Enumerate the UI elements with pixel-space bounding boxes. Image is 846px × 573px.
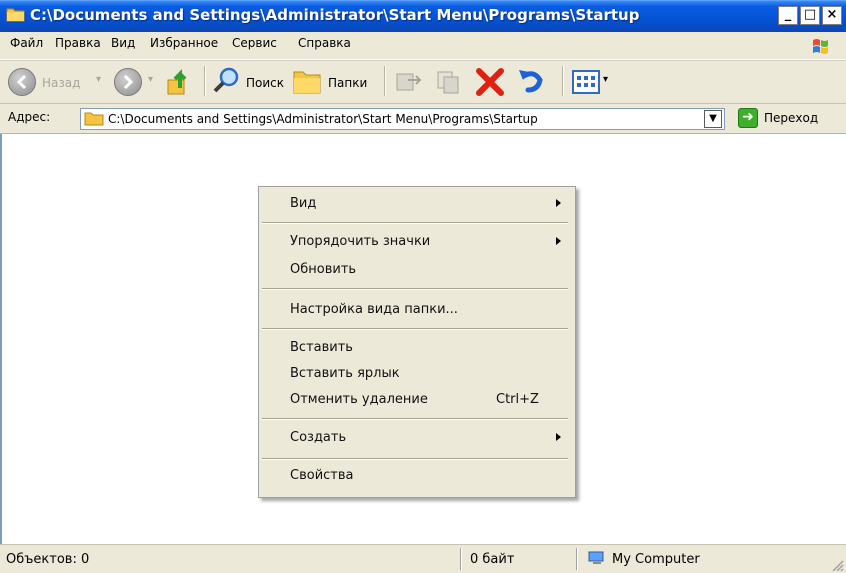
status-divider (460, 548, 462, 570)
address-label: Адрес: (8, 110, 51, 124)
go-arrow-icon[interactable]: ➜ (738, 108, 758, 128)
back-arrow-icon (16, 74, 27, 90)
undo-shortcut: Ctrl+Z (496, 392, 539, 407)
forward-arrow-icon (123, 74, 134, 90)
menu-view[interactable]: Вид (111, 36, 135, 50)
menu-favorites[interactable]: Избранное (150, 36, 218, 50)
forward-button[interactable] (114, 68, 142, 96)
windows-logo-icon (806, 35, 836, 59)
status-object-count: Объектов: 0 (6, 552, 90, 567)
submenu-arrow-icon (556, 237, 561, 245)
toolbar-separator (204, 66, 206, 96)
menu-separator (262, 418, 568, 420)
context-item-view[interactable]: Вид (290, 196, 316, 211)
undo-icon[interactable] (516, 66, 548, 98)
toolbar-separator (562, 66, 564, 96)
resize-grip-icon[interactable] (830, 558, 844, 572)
menu-tools[interactable]: Сервис (232, 36, 277, 50)
menu-separator (262, 222, 568, 224)
folders-button[interactable]: Папки (328, 76, 367, 90)
move-to-icon[interactable] (394, 68, 424, 96)
address-value[interactable]: C:\Documents and Settings\Administrator\… (108, 112, 538, 126)
copy-to-icon[interactable] (434, 68, 464, 96)
status-size: 0 байт (470, 552, 515, 567)
forward-dropdown-icon[interactable]: ▾ (148, 74, 153, 85)
menu-separator (262, 458, 568, 460)
context-item-customize-folder[interactable]: Настройка вида папки... (290, 302, 458, 317)
context-item-paste[interactable]: Вставить (290, 340, 353, 355)
context-item-paste-shortcut[interactable]: Вставить ярлык (290, 366, 400, 381)
menu-separator (262, 328, 568, 330)
menu-separator (262, 288, 568, 290)
status-divider (576, 548, 578, 570)
computer-icon (588, 551, 604, 564)
status-zone: My Computer (612, 552, 700, 567)
submenu-arrow-icon (556, 199, 561, 207)
views-grid-icon (577, 76, 595, 87)
up-folder-button[interactable] (164, 66, 194, 98)
folders-icon[interactable] (292, 66, 324, 96)
context-item-refresh[interactable]: Обновить (290, 262, 356, 277)
context-item-undo-delete[interactable]: Отменить удаление (290, 392, 428, 407)
window-title: C:\Documents and Settings\Administrator\… (30, 6, 640, 24)
menu-help[interactable]: Справка (298, 36, 351, 50)
close-button[interactable]: × (822, 6, 842, 25)
delete-icon[interactable] (474, 66, 506, 98)
views-icon[interactable] (572, 70, 600, 94)
maximize-button[interactable]: □ (800, 6, 820, 25)
back-button[interactable] (8, 68, 36, 96)
menu-file[interactable]: Файл (10, 36, 43, 50)
address-dropdown-icon[interactable]: ▼ (704, 110, 722, 128)
go-button[interactable]: Переход (764, 111, 818, 125)
search-icon[interactable] (212, 66, 242, 96)
submenu-arrow-icon (556, 433, 561, 441)
menu-edit[interactable]: Правка (55, 36, 101, 50)
folder-icon (84, 112, 104, 126)
back-label[interactable]: Назад (42, 76, 80, 90)
toolbar-separator (384, 66, 386, 96)
views-dropdown-icon[interactable]: ▾ (603, 74, 608, 85)
folder-icon (6, 8, 25, 22)
minimize-button[interactable]: _ (778, 6, 798, 25)
search-button[interactable]: Поиск (246, 76, 284, 90)
context-item-arrange-icons[interactable]: Упорядочить значки (290, 234, 430, 249)
back-dropdown-icon[interactable]: ▾ (96, 74, 101, 85)
context-item-properties[interactable]: Свойства (290, 468, 354, 483)
status-bar (0, 544, 846, 573)
context-item-new[interactable]: Создать (290, 430, 346, 445)
